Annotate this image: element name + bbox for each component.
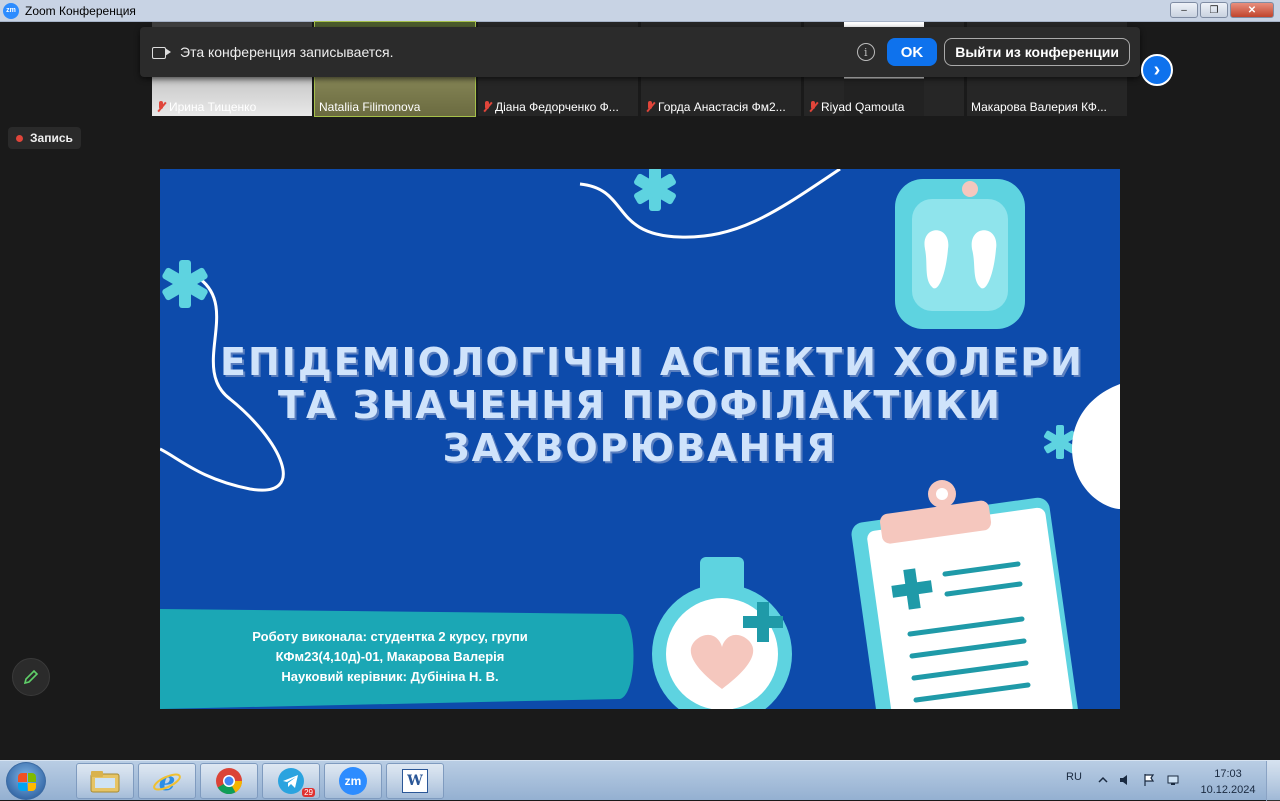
show-hidden-icons-icon[interactable] [1096,773,1110,787]
next-participants-button[interactable]: › [1141,54,1173,86]
recording-indicator[interactable]: Запись [8,127,81,149]
slide-title-line: ЗАХВОРЮВАННЯ [442,426,838,470]
volume-icon[interactable] [1118,773,1132,787]
minimize-button[interactable]: – [1170,2,1198,18]
close-button[interactable]: ✕ [1230,2,1274,18]
participant-name: Nataliia Filimonova [319,100,421,114]
mic-muted-icon [482,101,492,113]
taskbar-ie-button[interactable]: e [138,763,196,799]
leave-meeting-button[interactable]: Выйти из конференции [944,38,1130,66]
clock-date: 10.12.2024 [1200,784,1256,796]
meeting-area: Ирина Тищенко Nataliia Filimonova Діана … [0,21,1280,760]
network-icon[interactable] [1166,773,1180,787]
chrome-icon [216,768,243,795]
taskbar-zoom-button[interactable]: zm [324,763,382,799]
folder-icon [90,771,120,793]
window-titlebar: zm Zoom Конференция – ❐ ✕ [0,0,1280,22]
video-camera-icon [152,45,172,59]
author-line: КФм23(4,10д)-01, Макарова Валерія [275,649,505,664]
telegram-unread-badge: 29 [302,788,315,797]
asterisk-shape [634,169,676,211]
slide-author-info: Роботу виконала: студентка 2 курсу, груп… [180,627,600,687]
stopwatch-illustration [652,557,792,709]
language-indicator[interactable]: RU [1066,771,1082,783]
windows-logo-icon [18,773,36,791]
svg-text:e: e [159,767,176,796]
recording-dot-icon [16,134,23,142]
annotate-button[interactable] [12,658,50,696]
word-app-icon: W [402,769,428,793]
windows-taskbar: e 29 zm W RU 17:03 10.12.2024 [0,760,1280,801]
asterisk-shape [162,260,208,308]
participant-name: Ирина Тищенко [169,100,257,114]
window-title: Zoom Конференция [25,3,136,18]
zoom-logo-icon: zm [3,2,19,19]
slide-title-line: ЕПІДЕМІОЛОГІЧНІ АСПЕКТИ ХОЛЕРИ [220,340,1084,384]
taskbar-word-button[interactable]: W [386,763,444,799]
slide-title-line: ТА ЗНАЧЕННЯ ПРОФІЛАКТИКИ [278,383,1002,427]
participant-name: Діана Федорченко Ф... [495,100,619,114]
show-desktop-button[interactable] [1266,761,1280,801]
system-clock[interactable]: 17:03 10.12.2024 [1196,766,1260,798]
info-icon[interactable]: i [856,43,875,61]
participant-name: Макарова Валерия КФ... [971,100,1107,114]
action-center-flag-icon[interactable] [1142,773,1156,787]
participant-name: Riyad Qamouta [821,100,905,114]
recording-notice-banner: Эта конференция записывается. i OK Выйти… [140,27,1140,77]
clipboard-illustration [851,480,1079,709]
taskbar-explorer-button[interactable] [76,763,134,799]
slide-title: ЕПІДЕМІОЛОГІЧНІ АСПЕКТИ ХОЛЕРИ ТА ЗНАЧЕН… [220,340,1084,470]
participant-name: Горда Анастасія Фм2... [658,100,786,114]
shared-screen-slide: ЕПІДЕМІОЛОГІЧНІ АСПЕКТИ ХОЛЕРИ ТА ЗНАЧЕН… [160,169,1120,709]
author-line: Науковий керівник: Дубініна Н. В. [281,669,499,684]
mic-muted-icon [808,101,818,113]
taskbar-chrome-button[interactable] [200,763,258,799]
maximize-button[interactable]: ❐ [1200,2,1228,18]
author-line: Роботу виконала: студентка 2 курсу, груп… [252,629,528,644]
mic-muted-icon [645,101,655,113]
taskbar-telegram-button[interactable]: 29 [262,763,320,799]
scale-illustration [895,179,1025,329]
ok-button[interactable]: OK [886,38,938,66]
recording-label: Запись [30,131,73,145]
recording-message: Эта конференция записывается. [180,44,394,60]
clock-time: 17:03 [1214,768,1242,780]
pencil-icon [23,669,39,685]
mic-muted-icon [156,101,166,113]
internet-explorer-icon: e [153,767,181,796]
zoom-app-icon: zm [339,767,367,795]
start-button[interactable] [6,762,46,800]
